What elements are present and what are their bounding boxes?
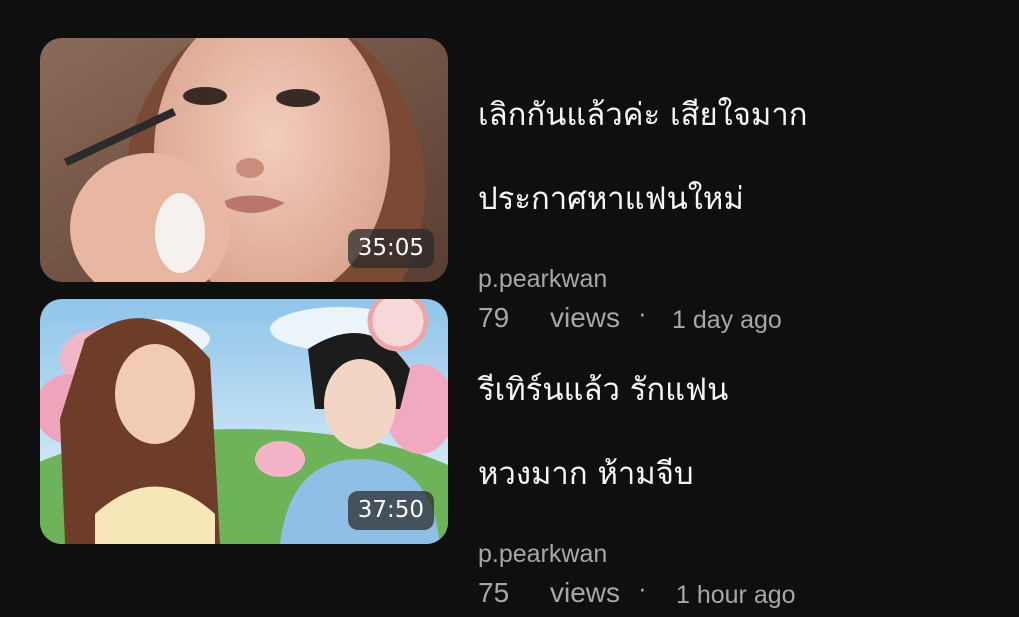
video-title-line-1: รีเทิร์นแล้ว รักแฟน: [478, 372, 729, 408]
video-title-line-2: ประกาศหาแฟนใหม่: [478, 181, 744, 217]
video-title[interactable]: เลิกกันแล้วค่ะ เสียใจมาก ประกาศหาแฟนใหม่: [478, 52, 998, 262]
video-title-line-2: หวงมาก ห้ามจีบ: [478, 456, 694, 492]
video-info: รีเทิร์นแล้ว รักแฟน หวงมาก ห้ามจีบ p.pea…: [478, 327, 998, 617]
video-title[interactable]: รีเทิร์นแล้ว รักแฟน หวงมาก ห้ามจีบ: [478, 327, 998, 537]
video-title-line-1: เลิกกันแล้วค่ะ เสียใจมาก: [478, 97, 808, 133]
channel-name[interactable]: p.pearkwan: [478, 262, 998, 296]
duration-badge: 37:50: [347, 491, 434, 530]
video-thumbnail[interactable]: 35:05: [40, 38, 448, 282]
video-meta: 75 views · 1 hour ago: [478, 573, 998, 617]
views-count: 75: [478, 577, 510, 608]
views-label: views: [550, 577, 621, 608]
upload-time: 1 hour ago: [676, 581, 796, 609]
duration-badge: 35:05: [347, 229, 434, 268]
video-item[interactable]: 35:05 เลิกกันแล้วค่ะ เสียใจมาก ประกาศหาแ…: [0, 38, 1019, 334]
meta-separator: ·: [638, 573, 647, 603]
video-item[interactable]: 37:50 รีเทิร์นแล้ว รักแฟน หวงมาก ห้ามจีบ…: [0, 299, 1019, 609]
video-thumbnail[interactable]: 37:50: [40, 299, 448, 544]
